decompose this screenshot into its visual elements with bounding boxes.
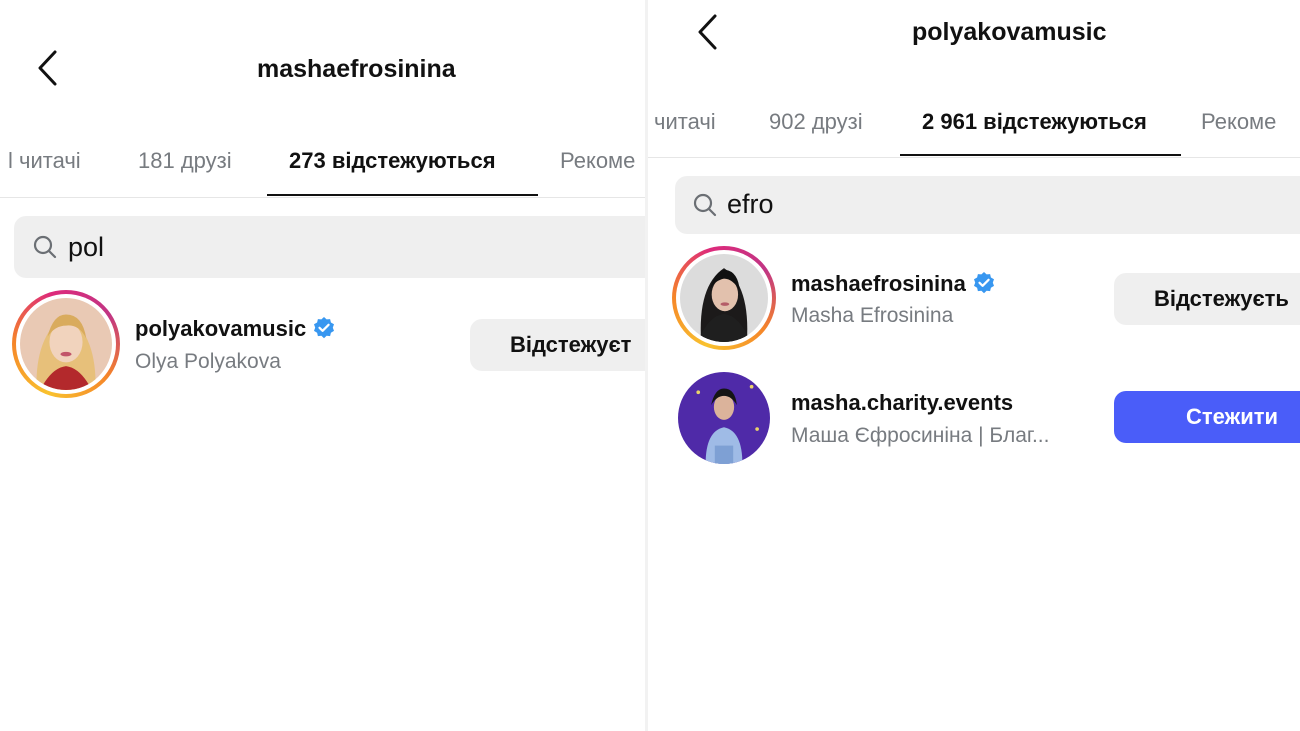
tab-divider (648, 157, 1300, 158)
search-bar[interactable]: efro (675, 176, 1300, 234)
chevron-left-icon (698, 14, 717, 50)
follow-button-label: Стежити (1186, 404, 1279, 429)
verified-badge-icon (973, 272, 994, 294)
avatar-photo (678, 372, 770, 464)
avatar[interactable] (12, 290, 120, 398)
result-username[interactable]: polyakovamusic (135, 316, 336, 342)
avatar-photo (20, 298, 112, 390)
search-icon (693, 193, 717, 217)
active-tab-indicator (900, 154, 1181, 156)
tab-following[interactable]: 273 відстежуються (289, 148, 496, 174)
following-button[interactable]: Відстежуєть (1114, 273, 1300, 325)
avatar[interactable] (672, 246, 776, 350)
tab-recommended[interactable]: Рекоме (560, 148, 635, 174)
tab-followers[interactable]: читачі (654, 109, 716, 135)
chevron-left-icon (38, 50, 57, 86)
search-icon (33, 235, 57, 259)
tab-followers[interactable]: l читачі (8, 148, 81, 174)
result-full-name: Masha Efrosinina (791, 304, 954, 327)
username-text: masha.charity.events (791, 390, 1014, 415)
right-screenshot-panel: polyakovamusic читачі 902 друзі 2 961 ві… (648, 0, 1300, 731)
following-button-label: Відстежуєть (1154, 286, 1289, 311)
tab-friends[interactable]: 902 друзі (769, 109, 863, 135)
profile-title: polyakovamusic (912, 18, 1107, 46)
back-button[interactable] (28, 48, 68, 88)
result-username[interactable]: mashaefrosinina (791, 271, 996, 297)
tab-recommended[interactable]: Рекоме (1201, 109, 1276, 135)
following-button-label: Відстежуєт (510, 332, 632, 357)
back-button[interactable] (688, 12, 728, 52)
search-input[interactable]: pol (68, 232, 104, 263)
left-screenshot-panel: mashaefrosinina l читачі 181 друзі 273 в… (0, 0, 648, 731)
tab-friends[interactable]: 181 друзі (138, 148, 232, 174)
avatar-photo (680, 254, 768, 342)
result-full-name: Маша Єфросиніна | Благ... (791, 424, 1050, 447)
username-text: polyakovamusic (135, 316, 307, 341)
result-username[interactable]: masha.charity.events (791, 390, 1013, 416)
verified-badge-icon (314, 317, 335, 339)
profile-title: mashaefrosinina (257, 55, 456, 83)
active-tab-indicator (267, 194, 538, 196)
following-button[interactable]: Відстежуєт (470, 319, 648, 371)
username-text: mashaefrosinina (791, 271, 966, 296)
follow-button[interactable]: Стежити (1114, 391, 1300, 443)
search-input[interactable]: efro (727, 189, 774, 220)
tab-divider (0, 197, 648, 198)
search-bar[interactable]: pol (14, 216, 648, 278)
result-full-name: Olya Polyakova (135, 350, 281, 373)
tab-following[interactable]: 2 961 відстежуються (922, 109, 1147, 135)
avatar[interactable] (678, 372, 770, 464)
